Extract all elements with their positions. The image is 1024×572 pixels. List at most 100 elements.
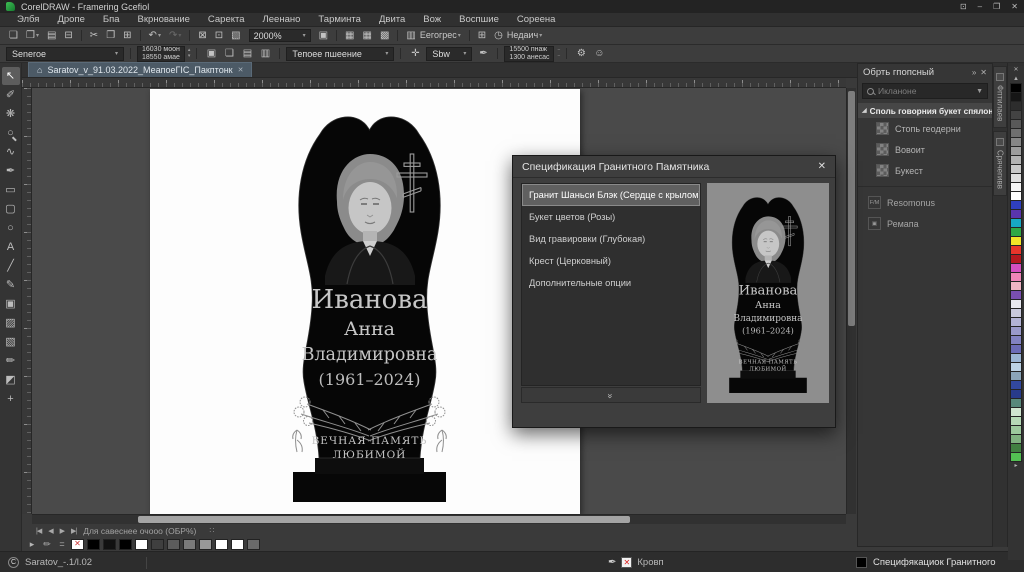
vertical-scrollbar-thumb[interactable] [848, 91, 855, 326]
horizontal-scrollbar-thumb[interactable] [138, 516, 630, 523]
menu-item-8[interactable]: Двита [370, 14, 414, 25]
prev-page-button[interactable]: ◀ [48, 527, 52, 535]
drag-grip-icon[interactable]: ∷ [209, 526, 214, 535]
menu-item-2[interactable]: Дропе [48, 14, 93, 25]
position-fields[interactable]: 16030 моон 18550 амае [137, 46, 185, 62]
spec-item-1[interactable]: Гранит Шаньси Блэк (Сердце с крылом) [522, 184, 700, 206]
docker-group-header[interactable]: ◢ Споль говорния букет спялонкванный [858, 103, 992, 118]
full-screen-preview-button[interactable]: ▣ [316, 29, 331, 43]
document-tab[interactable]: ⌂ Saratov_v_91.03.2022_МеапоеГІС_Пакптон… [28, 62, 252, 77]
pen-button[interactable]: ✒ [475, 47, 491, 61]
eyedropper-tool[interactable]: ✏ [2, 352, 20, 370]
bezier-tool[interactable]: ✒ [2, 162, 20, 180]
last-page-button[interactable]: ▶| [71, 527, 76, 535]
close-dialog-button[interactable]: ✕ [818, 161, 826, 172]
minus-icon[interactable]: − [557, 54, 560, 59]
copy-properties-button[interactable]: ❏ [221, 47, 237, 61]
menu-item-9[interactable]: Вож [414, 14, 450, 25]
zoom-tool[interactable]: ○ [2, 124, 20, 142]
eyedropper-state-icon[interactable]: ✏ [41, 539, 53, 550]
redo-button[interactable]: ↷▾ [166, 29, 184, 43]
artistic-media-tool[interactable]: ✎ [2, 276, 20, 294]
workspace-button[interactable]: ⊡ [960, 2, 967, 11]
export-button[interactable]: ⊡ [212, 29, 226, 43]
settings-button[interactable]: ⚙ [573, 47, 589, 61]
fill-color-swatch[interactable] [856, 557, 867, 568]
menu-item-6[interactable]: Леенано [254, 14, 310, 25]
minimize-button[interactable]: – [978, 2, 982, 11]
text-tool[interactable]: A [2, 238, 20, 256]
open-button[interactable]: ❒▾ [23, 29, 42, 43]
document-palette-swatch-1[interactable]: ✕ [71, 539, 84, 550]
docker-title-bar[interactable]: Обрть гпопсный » ✕ [858, 64, 992, 80]
first-page-button[interactable]: |◀ [36, 527, 41, 535]
pick-state-icon[interactable]: ▸ [26, 539, 38, 550]
docker-tab-1[interactable]: Фптилаев [993, 66, 1007, 128]
rectangle-tool[interactable]: ▭ [2, 181, 20, 199]
position-x-field[interactable]: 16030 моон [142, 46, 180, 53]
publish-button[interactable]: ▧ [228, 29, 243, 43]
image-frame-tool[interactable]: ▣ [2, 295, 20, 313]
document-palette-swatch-4[interactable] [119, 539, 132, 550]
document-palette-swatch-8[interactable] [183, 539, 196, 550]
ellipse-tool[interactable]: ○ [2, 219, 20, 237]
equals-icon[interactable]: = [56, 539, 68, 549]
spec-item-5[interactable]: Дополнительные опции [522, 272, 700, 294]
menu-item-4[interactable]: Вкрнование [129, 14, 199, 25]
vertical-scrollbar[interactable] [846, 88, 856, 514]
docker-item-1[interactable]: Стопь геодерни [858, 118, 992, 139]
interactive-fill-tool[interactable]: ◩ [2, 371, 20, 389]
page-view-button[interactable]: ▥Еегогрес▾ [403, 29, 463, 43]
zoom-level-combo[interactable]: 2000%▾ [249, 29, 311, 42]
print-button[interactable]: ⊟ [61, 29, 75, 43]
new-document-button[interactable]: ❏ [6, 29, 21, 43]
size-fields[interactable]: 15500 пнаж 1300 анесас [504, 46, 554, 62]
add-tools-button[interactable]: + [2, 390, 20, 408]
docker-item-2[interactable]: Вовоит [858, 139, 992, 160]
polygon-tool[interactable]: ▢ [2, 200, 20, 218]
outline-none-swatch[interactable]: ✕ [621, 557, 632, 568]
docker-search-box[interactable]: ▼ [862, 83, 988, 99]
recent-files-button[interactable]: ◷Недаич▾ [491, 29, 545, 43]
fill-tool[interactable]: ▧ [2, 333, 20, 351]
spec-item-4[interactable]: Крест (Церковный) [522, 250, 700, 272]
document-palette-swatch-7[interactable] [167, 539, 180, 550]
pick-tool[interactable]: ↖ [2, 67, 20, 85]
restore-button[interactable]: ❐ [993, 2, 1000, 11]
layout-b-button[interactable]: ▥ [257, 47, 273, 61]
save-button[interactable]: ▤ [44, 29, 59, 43]
document-palette-swatch-3[interactable] [103, 539, 116, 550]
spin-down-icon[interactable]: ▾ [188, 54, 191, 59]
docker-tool-item-2[interactable]: ▣Ремапа [858, 213, 992, 234]
nib-combo[interactable]: Sbw ▾ [426, 47, 472, 61]
view-normal-button[interactable]: ▦ [360, 29, 375, 43]
docker-tool-item-1[interactable]: F/MResomonus [858, 192, 992, 213]
crop-tool[interactable]: ❋ [2, 105, 20, 123]
document-palette-swatch-9[interactable] [199, 539, 212, 550]
menu-item-7[interactable]: Тарминта [309, 14, 370, 25]
copy-button[interactable]: ❐ [103, 29, 118, 43]
docker-item-3[interactable]: Букест [858, 160, 992, 181]
menu-item-10[interactable]: Воспшие [450, 14, 508, 25]
position-spinner[interactable]: ▴▾ [188, 48, 191, 59]
document-palette-swatch-2[interactable] [87, 539, 100, 550]
position-y-field[interactable]: 18550 амае [142, 54, 180, 61]
collapse-triangle-icon[interactable]: ◢ [862, 107, 867, 114]
view-enhanced-button[interactable]: ▩ [377, 29, 392, 43]
size-width-field[interactable]: 15500 пнаж [509, 46, 549, 53]
docker-tab-2[interactable]: Срячегивв [993, 131, 1007, 196]
size-spinner[interactable]: −− [557, 48, 560, 59]
outline-style-combo[interactable]: Тепоее пшеение ▾ [286, 47, 394, 61]
shape-tool[interactable]: ✐ [2, 86, 20, 104]
freehand-tool[interactable]: ∿ [2, 143, 20, 161]
menu-item-5[interactable]: Саректа [199, 14, 254, 25]
filter-icon[interactable]: ▼ [976, 88, 983, 95]
feedback-button[interactable]: ☺ [591, 47, 607, 61]
list-scroll-button[interactable]: » [521, 387, 701, 403]
close-docker-button[interactable]: ✕ [980, 68, 987, 77]
spec-item-3[interactable]: Вид гравировки (Глубокая) [522, 228, 700, 250]
menu-item-3[interactable]: Бпа [94, 14, 129, 25]
window-arrange-button[interactable]: ⊞ [475, 29, 489, 43]
document-palette-swatch-5[interactable] [135, 539, 148, 550]
document-palette-swatch-11[interactable] [231, 539, 244, 550]
